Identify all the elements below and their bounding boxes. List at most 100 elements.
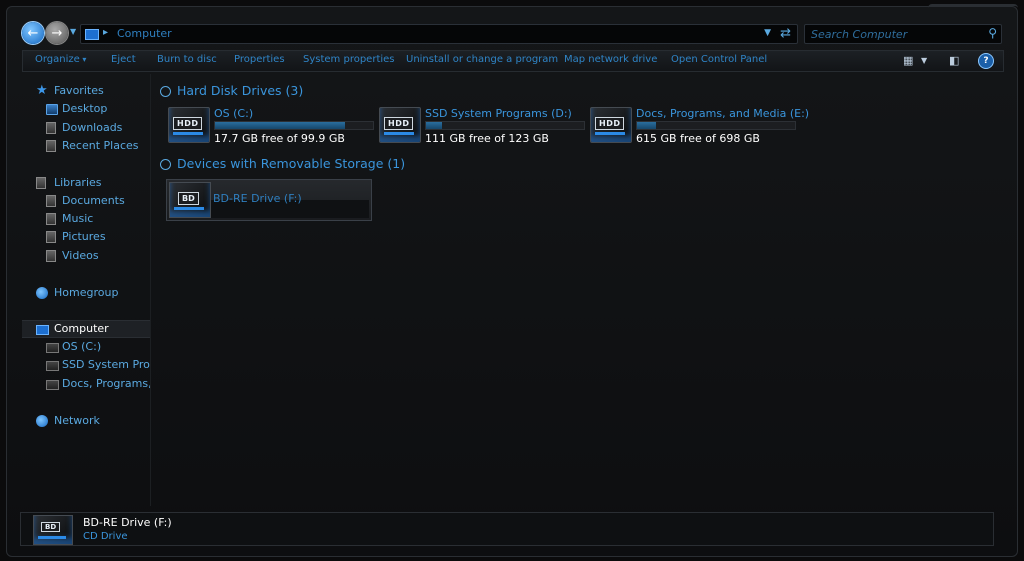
sidebar-item-favorites[interactable]: ★ Favorites — [22, 83, 150, 99]
capacity-bar — [214, 121, 374, 130]
capacity-fill — [215, 122, 345, 129]
sidebar-item-videos[interactable]: Videos — [22, 248, 150, 264]
videos-icon — [46, 250, 56, 262]
burn-to-disc-button[interactable]: Burn to disc — [157, 54, 217, 65]
star-icon: ★ — [36, 83, 48, 98]
drive-name: Docs, Programs, and Media (E:) — [636, 107, 810, 120]
recent-pages-dropdown[interactable]: ▼ — [70, 27, 76, 36]
drive-slot — [595, 132, 625, 135]
system-properties-button[interactable]: System properties — [303, 54, 395, 65]
drive-slot — [38, 536, 66, 539]
group-header-removable[interactable]: Devices with Removable Storage (1) — [160, 156, 405, 171]
help-icon[interactable]: ? — [978, 53, 994, 69]
capacity-fill — [637, 122, 656, 129]
drive-tile-d[interactable]: HDD SSD System Programs (D:) 111 GB free… — [379, 107, 585, 145]
pictures-icon — [46, 231, 56, 243]
sidebar-item-music[interactable]: Music — [22, 211, 150, 227]
sidebar-label: Downloads — [62, 121, 123, 134]
drive-tile-f[interactable]: BD BD-RE Drive (F:) — [166, 179, 372, 221]
recent-places-icon — [46, 140, 56, 152]
drive-type-tag: HDD — [173, 117, 203, 130]
drive-slot — [174, 207, 204, 210]
arrow-left-icon: ← — [27, 25, 39, 41]
open-control-panel-button[interactable]: Open Control Panel — [671, 54, 767, 65]
sidebar-label: SSD System Programs (D:) — [62, 358, 150, 371]
file-list: Hard Disk Drives (3) HDD OS (C:) 17.7 GB… — [152, 74, 1002, 506]
libraries-icon — [36, 177, 46, 189]
forward-button[interactable]: → — [46, 22, 68, 44]
refresh-icon[interactable]: ⇄ — [780, 26, 791, 41]
documents-icon — [46, 195, 56, 207]
sidebar-item-recent-places[interactable]: Recent Places — [22, 138, 150, 154]
map-network-drive-button[interactable]: Map network drive — [564, 54, 657, 65]
drive-icon — [46, 343, 59, 353]
window-corner-decoration — [928, 4, 1018, 16]
sidebar-label: Pictures — [62, 230, 106, 243]
address-bar[interactable]: ▸ Computer ▼ ⇄ — [80, 24, 798, 44]
preview-pane-icon[interactable]: ◧ — [949, 54, 959, 67]
sidebar-item-network[interactable]: Network — [22, 413, 150, 429]
sidebar-item-homegroup[interactable]: Homegroup — [22, 285, 150, 301]
drive-free-space: 17.7 GB free of 99.9 GB — [214, 132, 345, 145]
address-dropdown-icon[interactable]: ▼ — [764, 28, 771, 38]
uninstall-program-button[interactable]: Uninstall or change a program — [406, 54, 558, 65]
sidebar-item-downloads[interactable]: Downloads — [22, 120, 150, 136]
sidebar-label: Videos — [62, 249, 99, 262]
group-title: Devices with Removable Storage (1) — [177, 156, 406, 171]
drive-slot — [173, 132, 203, 135]
details-pane: BD BD-RE Drive (F:) CD Drive — [20, 512, 994, 546]
drive-tile-c[interactable]: HDD OS (C:) 17.7 GB free of 99.9 GB — [168, 107, 374, 145]
properties-button[interactable]: Properties — [234, 54, 285, 65]
computer-icon — [85, 29, 99, 40]
breadcrumb-computer[interactable]: Computer — [117, 27, 172, 40]
navigation-pane: ★ Favorites Desktop Downloads Recent Pla… — [22, 74, 151, 506]
collapse-icon[interactable] — [160, 86, 171, 97]
sidebar-item-desktop[interactable]: Desktop — [22, 101, 150, 117]
drive-free-space: 615 GB free of 698 GB — [636, 132, 760, 145]
sidebar-label: Network — [54, 414, 100, 427]
hdd-icon: HDD — [168, 107, 210, 143]
collapse-icon[interactable] — [160, 159, 171, 170]
title-bar: ← → ▼ ▸ Computer ▼ ⇄ ⚲ — [0, 0, 1024, 46]
drive-slot — [384, 132, 414, 135]
capacity-fill — [426, 122, 442, 129]
sidebar-item-computer[interactable]: Computer — [22, 320, 150, 338]
eject-button[interactable]: Eject — [111, 54, 136, 65]
bd-drive-icon: BD — [33, 515, 73, 545]
capacity-bar — [636, 121, 796, 130]
drive-name: SSD System Programs (D:) — [425, 107, 572, 120]
sidebar-item-drive-e[interactable]: Docs, Programs, and Media (E:) — [22, 376, 150, 392]
breadcrumb-separator-icon[interactable]: ▸ — [103, 27, 108, 38]
drive-type-tag: HDD — [384, 117, 414, 130]
search-box[interactable]: ⚲ — [804, 24, 1002, 44]
computer-icon — [36, 325, 49, 335]
drive-tile-e[interactable]: HDD Docs, Programs, and Media (E:) 615 G… — [590, 107, 809, 145]
change-view-icon[interactable]: ▦ — [903, 54, 913, 67]
group-header-hard-disks[interactable]: Hard Disk Drives (3) — [160, 83, 303, 98]
view-options-dropdown-icon[interactable]: ▼ — [921, 56, 927, 65]
sidebar-label: Homegroup — [54, 286, 119, 299]
homegroup-icon — [36, 287, 48, 299]
music-icon — [46, 213, 56, 225]
drive-name: BD-RE Drive (F:) — [213, 192, 302, 205]
sidebar-label: OS (C:) — [62, 340, 102, 353]
drive-type-tag: BD — [178, 192, 199, 205]
back-button[interactable]: ← — [22, 22, 44, 44]
capacity-bar — [425, 121, 585, 130]
organize-button[interactable]: Organize — [35, 54, 86, 65]
search-icon[interactable]: ⚲ — [988, 26, 997, 40]
sidebar-item-libraries[interactable]: Libraries — [22, 175, 150, 191]
drive-type-tag: BD — [41, 522, 61, 532]
downloads-icon — [46, 122, 56, 134]
desktop-icon — [46, 104, 58, 115]
drive-type-tag: HDD — [595, 117, 625, 130]
drive-icon — [46, 361, 59, 371]
sidebar-item-drive-c[interactable]: OS (C:) — [22, 339, 150, 355]
sidebar-label: Recent Places — [62, 139, 139, 152]
sidebar-label: Desktop — [62, 102, 108, 115]
sidebar-item-pictures[interactable]: Pictures — [22, 229, 150, 245]
sidebar-item-documents[interactable]: Documents — [22, 193, 150, 209]
search-input[interactable] — [809, 26, 981, 43]
sidebar-item-drive-d[interactable]: SSD System Programs (D:) — [22, 357, 150, 373]
hdd-icon: HDD — [379, 107, 421, 143]
